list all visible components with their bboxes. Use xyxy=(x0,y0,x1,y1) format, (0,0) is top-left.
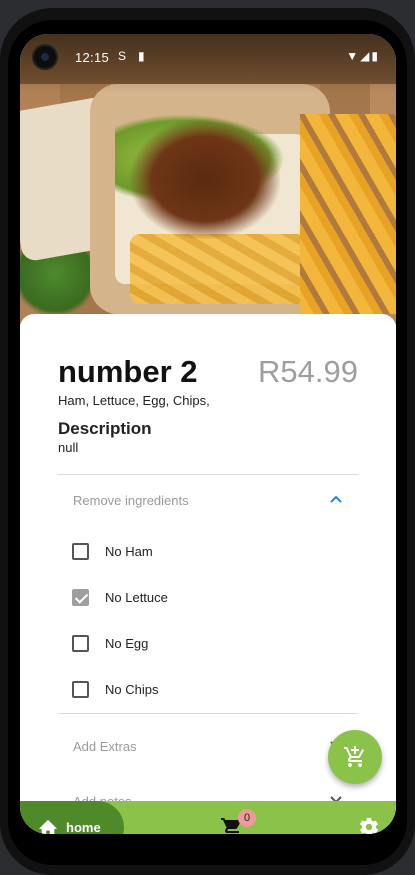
checkbox-no-lettuce[interactable] xyxy=(72,589,89,606)
ingredients-list: Ham, Lettuce, Egg, Chips, xyxy=(58,393,210,408)
product-name: number 2 xyxy=(58,354,198,389)
option-label: No Chips xyxy=(105,682,159,697)
system-icons: ▼◢▮ xyxy=(346,49,380,63)
home-icon xyxy=(38,819,58,834)
status-time: 12:15 xyxy=(75,50,110,65)
app-screen: 12:15 S ▮ ▼◢▮ number 2 R54.99 Ham, Lettu… xyxy=(20,34,396,834)
add-extras-header[interactable]: Add Extras xyxy=(58,727,358,767)
option-label: No Egg xyxy=(105,636,149,651)
signal-icon: ◢ xyxy=(360,49,372,63)
nav-home[interactable]: home xyxy=(20,801,124,834)
option-no-egg[interactable]: No Egg xyxy=(72,629,312,659)
description-heading: Description xyxy=(58,419,152,438)
chips-filling xyxy=(130,234,310,304)
add-to-cart-button[interactable] xyxy=(328,730,382,784)
option-label: No Ham xyxy=(105,544,153,559)
nav-settings[interactable] xyxy=(358,816,380,834)
remove-ingredients-header[interactable]: Remove ingredients xyxy=(58,481,358,521)
option-label: No Lettuce xyxy=(105,590,168,605)
description-text: null xyxy=(58,440,79,455)
divider xyxy=(58,474,358,475)
checkbox-no-ham[interactable] xyxy=(72,543,89,560)
s-icon: S xyxy=(118,49,127,63)
front-camera xyxy=(32,44,58,70)
status-bar: 12:15 S ▮ ▼◢▮ xyxy=(20,34,396,74)
remove-ingredients-label: Remove ingredients xyxy=(73,493,189,508)
phone-bezel: 12:15 S ▮ ▼◢▮ number 2 R54.99 Ham, Lettu… xyxy=(8,20,407,865)
chips-side xyxy=(300,114,396,314)
divider xyxy=(58,713,358,714)
checkbox-no-egg[interactable] xyxy=(72,635,89,652)
option-no-chips[interactable]: No Chips xyxy=(72,675,312,705)
add-extras-label: Add Extras xyxy=(73,739,137,754)
chevron-up-icon xyxy=(329,491,343,507)
nav-home-label: home xyxy=(66,820,101,834)
product-image xyxy=(20,34,396,324)
option-no-lettuce[interactable]: No Lettuce xyxy=(72,583,312,613)
gear-icon xyxy=(360,817,378,834)
meat-filling xyxy=(130,119,280,239)
bottom-nav: home 0 xyxy=(20,801,396,834)
wifi-icon: ▼ xyxy=(346,49,361,63)
option-no-ham[interactable]: No Ham xyxy=(72,537,312,567)
add-to-cart-icon xyxy=(344,746,365,767)
battery-icon: ▮ xyxy=(371,49,380,63)
product-price: R54.99 xyxy=(258,354,358,389)
phone-frame: 12:15 S ▮ ▼◢▮ number 2 R54.99 Ham, Lettu… xyxy=(0,8,415,875)
checkbox-no-chips[interactable] xyxy=(72,681,89,698)
cart-count-badge: 0 xyxy=(238,809,256,827)
sd-card-icon: ▮ xyxy=(138,49,145,63)
